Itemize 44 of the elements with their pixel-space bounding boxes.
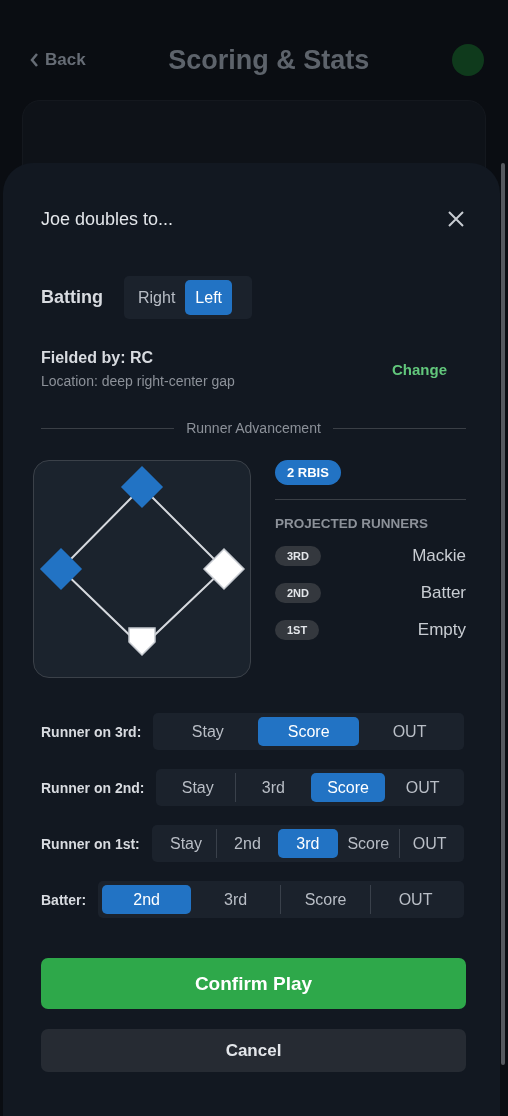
advance-option[interactable]: Score bbox=[338, 829, 399, 858]
advance-option[interactable]: 3rd bbox=[236, 773, 311, 802]
fielded-by-text: Fielded by: RC bbox=[41, 349, 154, 367]
runner-label: Runner on 2nd: bbox=[41, 779, 145, 796]
cancel-button[interactable]: Cancel bbox=[41, 1029, 466, 1072]
advance-option[interactable]: OUT bbox=[385, 773, 460, 802]
rbi-badge: 2 RBIS bbox=[275, 460, 341, 485]
base-tag: 3RD bbox=[275, 545, 321, 566]
location-text: Location: deep right-center gap bbox=[41, 373, 235, 389]
section-heading: Runner Advancement bbox=[186, 420, 321, 436]
batting-label: Batting bbox=[41, 287, 103, 308]
close-icon[interactable] bbox=[446, 209, 466, 229]
page-title: Scoring & Stats bbox=[167, 44, 371, 76]
advance-option[interactable]: OUT bbox=[399, 829, 460, 858]
header-action-button[interactable] bbox=[452, 44, 484, 76]
advance-option[interactable]: 3rd bbox=[191, 885, 281, 914]
runner-label: Batter: bbox=[41, 891, 87, 908]
batting-side-option[interactable]: Right bbox=[128, 280, 186, 315]
runner-name: Batter bbox=[420, 582, 466, 603]
runner-name: Empty bbox=[417, 619, 466, 640]
advance-option[interactable]: Score bbox=[310, 773, 386, 802]
advance-option[interactable]: Score bbox=[281, 885, 371, 914]
chevron-left-icon bbox=[30, 53, 39, 67]
runner-name: Mackie bbox=[412, 545, 466, 566]
change-link[interactable]: Change bbox=[392, 360, 466, 378]
runner-label: Runner on 3rd: bbox=[41, 723, 142, 740]
advance-option[interactable]: OUT bbox=[371, 885, 460, 914]
runner-label: Runner on 1st: bbox=[41, 835, 140, 852]
base-tag: 1ST bbox=[275, 619, 320, 640]
sheet-title: Joe doubles to... bbox=[41, 208, 174, 230]
advance-option[interactable]: 2nd bbox=[217, 829, 278, 858]
batting-side-option[interactable]: Left bbox=[185, 280, 233, 315]
projected-runners-heading: PROJECTED RUNNERS bbox=[275, 516, 430, 531]
advance-option[interactable]: Stay bbox=[155, 829, 217, 858]
advance-option[interactable]: Stay bbox=[160, 773, 236, 802]
home-plate-icon bbox=[128, 627, 156, 657]
scrollbar[interactable] bbox=[501, 163, 505, 1065]
advance-option[interactable]: 3rd bbox=[277, 829, 339, 858]
base-tag: 2ND bbox=[275, 582, 321, 603]
advance-option[interactable]: Score bbox=[258, 717, 360, 746]
advance-option[interactable]: 2nd bbox=[102, 885, 192, 914]
advance-option[interactable]: Stay bbox=[157, 717, 259, 746]
advance-option[interactable]: OUT bbox=[359, 717, 460, 746]
back-link[interactable]: Back bbox=[45, 50, 86, 70]
